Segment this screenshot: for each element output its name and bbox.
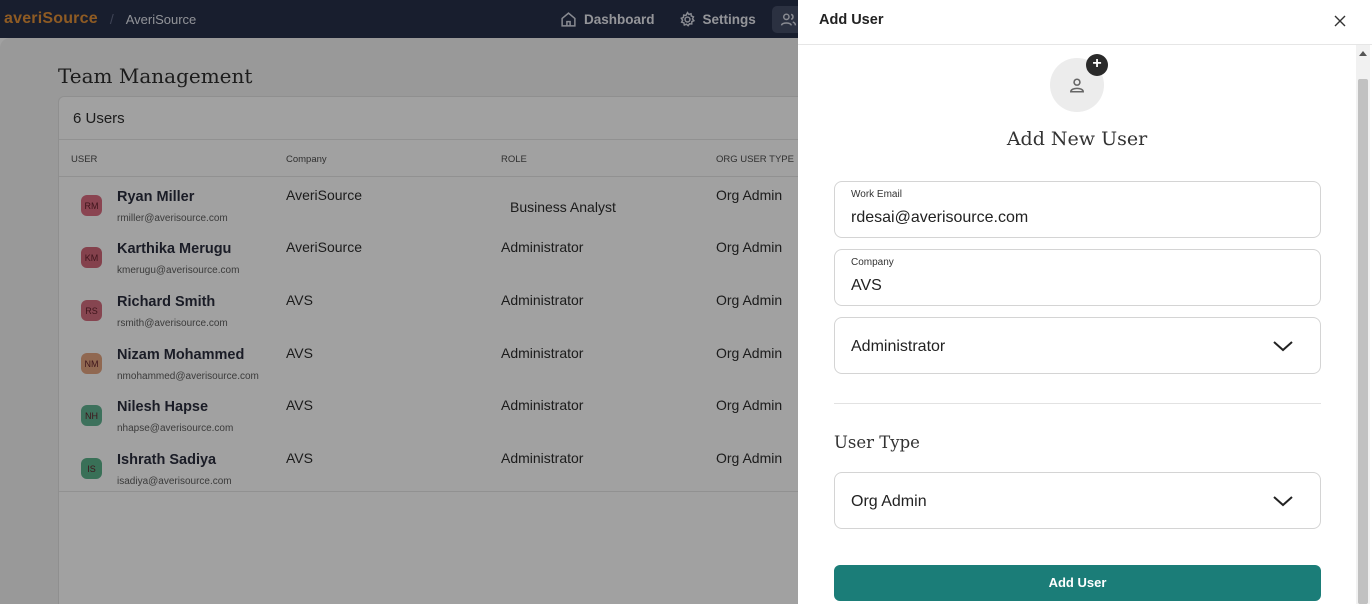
close-button[interactable] (1332, 13, 1348, 29)
user-icon (1070, 78, 1084, 93)
form-heading-text: Add New User (1006, 128, 1148, 150)
close-icon (1334, 15, 1346, 27)
role-select[interactable]: Administrator (834, 317, 1321, 374)
drawer-header: Add User (798, 0, 1372, 45)
add-photo-plus-icon[interactable]: + (1086, 54, 1108, 76)
role-select-value: Administrator (851, 338, 946, 355)
company-label: Company (851, 257, 894, 268)
chevron-down-icon (1271, 338, 1295, 354)
modal-backdrop[interactable] (0, 0, 798, 604)
drawer-scrollbar[interactable] (1356, 45, 1370, 604)
user-type-select-value: Org Admin (851, 493, 927, 510)
work-email-label: Work Email (851, 189, 902, 200)
user-type-select[interactable]: Org Admin (834, 472, 1321, 529)
chevron-down-icon (1271, 493, 1295, 509)
user-type-label: User Type (834, 433, 920, 452)
form-heading: Add New User (798, 128, 1356, 150)
add-user-button[interactable]: Add User (834, 565, 1321, 601)
add-user-drawer: Add User + Add New User Work Email rdesa… (798, 0, 1372, 604)
drawer-title: Add User (819, 12, 884, 28)
work-email-value[interactable]: rdesai@averisource.com (851, 209, 1028, 227)
scrollbar-thumb[interactable] (1358, 79, 1368, 604)
company-field[interactable]: Company AVS (834, 249, 1321, 306)
section-divider (834, 403, 1321, 404)
company-value[interactable]: AVS (851, 277, 882, 295)
work-email-field[interactable]: Work Email rdesai@averisource.com (834, 181, 1321, 238)
scroll-up-arrow-icon[interactable] (1359, 51, 1367, 56)
